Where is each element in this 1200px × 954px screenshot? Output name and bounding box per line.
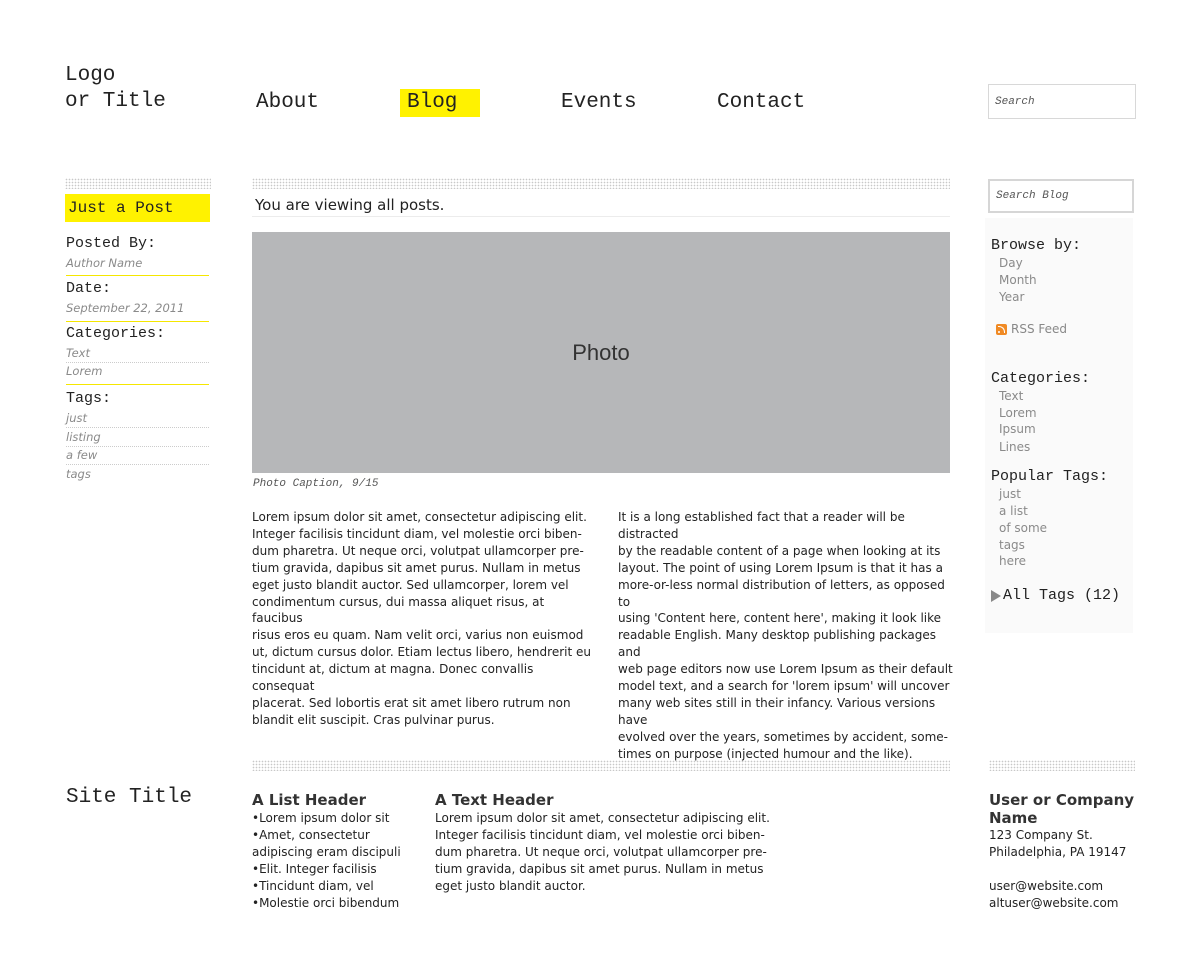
list-item: •Tincidunt diam, vel: [252, 878, 374, 893]
post-body-column-1: Lorem ipsum dolor sit amet, consectetur …: [252, 510, 591, 727]
divider: [66, 321, 209, 322]
sidebar-divider: [65, 178, 211, 189]
all-tags-label: All Tags (12): [1003, 587, 1121, 604]
nav-events[interactable]: Events: [554, 89, 644, 117]
rss-icon: [996, 323, 1007, 335]
rss-label: RSS Feed: [1011, 322, 1068, 336]
date-label: Date:: [66, 280, 112, 297]
footer-divider: [252, 760, 950, 771]
divider: [66, 275, 209, 276]
footer-text-header: A Text Header: [435, 791, 554, 809]
post-body-column-2: It is a long established fact that a rea…: [618, 510, 953, 761]
list-item: adipiscing eram discipuli: [252, 844, 401, 859]
tags-label: Tags:: [66, 390, 112, 407]
triangle-right-icon: [991, 589, 1001, 602]
footer-list-header: A List Header: [252, 791, 367, 809]
tag-link[interactable]: listing: [66, 429, 209, 447]
rss-feed-link[interactable]: RSS Feed: [996, 322, 1067, 336]
nav-about[interactable]: About: [249, 89, 326, 117]
post-date: September 22, 2011: [66, 301, 185, 315]
category-link[interactable]: Ipsum: [999, 422, 1036, 436]
logo-title[interactable]: Logo or Title: [65, 63, 166, 115]
tag-link[interactable]: just: [66, 410, 209, 428]
list-item: •Lorem ipsum dolor sit: [252, 811, 390, 825]
footer-site-title: Site Title: [66, 786, 193, 809]
category-link[interactable]: Text: [66, 345, 209, 363]
tag-link[interactable]: a list: [999, 504, 1028, 518]
popular-tags-label: Popular Tags:: [991, 468, 1109, 485]
tag-link[interactable]: tags: [999, 538, 1025, 552]
photo-placeholder-label: Photo: [572, 339, 630, 365]
list-item: •Elit. Integer facilisis: [252, 861, 377, 876]
list-item: •Amet, consectetur: [252, 827, 370, 842]
footer-list: •Lorem ipsum dolor sit •Amet, consectetu…: [252, 810, 422, 911]
divider: [252, 216, 950, 217]
email-link[interactable]: user@website.com: [989, 878, 1103, 895]
footer-divider: [989, 760, 1135, 771]
tag-link[interactable]: here: [999, 554, 1026, 568]
nav-contact[interactable]: Contact: [710, 89, 812, 117]
categories-label: Categories:: [991, 370, 1091, 387]
category-link[interactable]: Lines: [999, 440, 1030, 454]
list-item: •Molestie orci bibendum: [252, 895, 400, 910]
footer-text: Lorem ipsum dolor sit amet, consectetur …: [435, 811, 770, 893]
alt-email-link[interactable]: altuser@website.com: [989, 895, 1119, 912]
category-link[interactable]: Lorem: [66, 363, 209, 381]
nav-blog[interactable]: Blog: [400, 89, 480, 117]
category-link[interactable]: Text: [999, 389, 1023, 403]
browse-year-link[interactable]: Year: [999, 290, 1024, 304]
tag-link[interactable]: a few: [66, 447, 209, 465]
site-search-input[interactable]: [988, 84, 1136, 119]
company-name: User or Company Name: [989, 791, 1135, 827]
post-photo: Photo: [252, 232, 950, 473]
browse-month-link[interactable]: Month: [999, 273, 1037, 287]
viewing-status: You are viewing all posts.: [255, 196, 445, 214]
address-line-1: 123 Company St.: [989, 828, 1093, 842]
tag-link[interactable]: tags: [66, 466, 209, 484]
author-link[interactable]: Author Name: [66, 256, 142, 270]
tag-link[interactable]: just: [999, 487, 1021, 501]
post-title: Just a Post: [65, 194, 210, 222]
blog-search-input[interactable]: [988, 179, 1134, 213]
all-tags-link[interactable]: All Tags (12): [991, 587, 1120, 604]
browse-by-label: Browse by:: [991, 237, 1082, 254]
browse-day-link[interactable]: Day: [999, 256, 1023, 270]
photo-caption: Photo Caption, 9/15: [253, 478, 379, 490]
divider: [66, 384, 209, 385]
categories-label: Categories:: [66, 325, 166, 342]
address-line-2: Philadelphia, PA 19147: [989, 845, 1127, 859]
category-link[interactable]: Lorem: [999, 406, 1037, 420]
tag-link[interactable]: of some: [999, 521, 1047, 535]
main-divider: [252, 178, 950, 189]
posted-by-label: Posted By:: [66, 235, 157, 252]
